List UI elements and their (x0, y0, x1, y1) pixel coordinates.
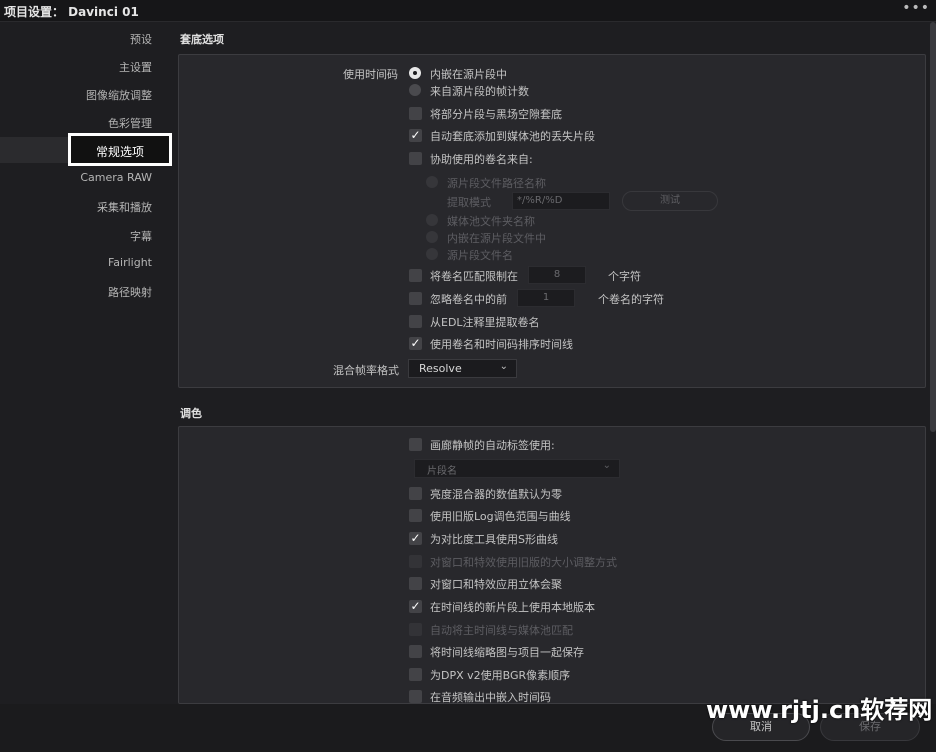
sidebar-item-presets[interactable]: 预设 (130, 31, 152, 47)
sidebar-item-camera-raw[interactable]: Camera RAW (80, 171, 152, 184)
legacy-sizing-checkbox[interactable] (409, 555, 422, 568)
s-curve-checkbox[interactable]: ✓ (409, 532, 422, 545)
chevron-down-icon: ⌄ (602, 460, 611, 471)
timecode-embedded-radio[interactable] (409, 67, 421, 79)
edl-reel-label: 从EDL注释里提取卷名 (430, 316, 540, 329)
sidebar-item-master-settings[interactable]: 主设置 (119, 59, 152, 75)
sidebar-item-general-options[interactable]: 常规选项 (68, 133, 172, 166)
mixed-fps-dropdown[interactable]: Resolve ⌄ (408, 359, 517, 378)
legacy-sizing-label: 对窗口和特效使用旧版的大小调整方式 (430, 556, 617, 569)
test-button[interactable]: 测试 (622, 191, 718, 211)
save-thumbnails-checkbox[interactable] (409, 645, 422, 658)
sort-timeline-checkbox[interactable]: ✓ (409, 337, 422, 350)
watermark: www.rjtj.cn软荐网 (706, 696, 933, 724)
chevron-down-icon: ⌄ (499, 361, 508, 372)
reel-embedded-radio[interactable] (426, 231, 438, 243)
ignore-reel-checkbox[interactable] (409, 292, 422, 305)
gallery-label-value: 片段名 (427, 466, 457, 477)
embed-timecode-label: 在音频输出中嵌入时间码 (430, 691, 551, 704)
sort-timeline-label: 使用卷名和时间码排序时间线 (430, 338, 573, 351)
reel-media-folder-radio[interactable] (426, 214, 438, 226)
auto-add-checkbox[interactable]: ✓ (409, 129, 422, 142)
settings-sidebar: 预设 主设置 图像缩放调整 色彩管理 Camera RAW 采集和播放 字幕 F… (0, 22, 168, 752)
conform-section-title: 套底选项 (180, 33, 224, 46)
luma-mixer-checkbox[interactable] (409, 487, 422, 500)
timecode-frame-count-label: 来自源片段的帧计数 (430, 85, 529, 98)
stereo-convergence-label: 对窗口和特效应用立体会聚 (430, 578, 562, 591)
timecode-embedded-label: 内嵌在源片段中 (430, 68, 507, 81)
luma-mixer-label: 亮度混合器的数值默认为零 (430, 488, 562, 501)
window-title: 项目设置： Davinci 01 (4, 5, 139, 19)
reel-path-radio[interactable] (426, 176, 438, 188)
more-options-icon[interactable]: ••• (902, 0, 930, 16)
sidebar-item-subtitles[interactable]: 字幕 (130, 228, 152, 244)
extract-pattern-label: 提取模式 (447, 196, 491, 209)
sidebar-item-fairlight[interactable]: Fairlight (108, 256, 152, 269)
extract-pattern-input[interactable]: */%R/%D (512, 192, 610, 210)
mixed-fps-label: 混合帧率格式 (333, 364, 399, 377)
gallery-label-text: 画廊静帧的自动标签使用: (430, 439, 555, 452)
timecode-label: 使用时间码 (343, 68, 398, 81)
embed-timecode-checkbox[interactable] (409, 690, 422, 703)
auto-match-label: 自动将主时间线与媒体池匹配 (430, 624, 573, 637)
limit-reel-input[interactable]: 8 (528, 266, 586, 284)
legacy-log-label: 使用旧版Log调色范围与曲线 (430, 510, 571, 523)
reel-from-label: 协助使用的卷名来自: (430, 153, 533, 166)
ignore-reel-label: 忽略卷名中的前 (430, 293, 507, 306)
limit-reel-label: 将卷名匹配限制在 (430, 270, 518, 283)
local-version-label: 在时间线的新片段上使用本地版本 (430, 601, 595, 614)
color-section-title: 调色 (180, 407, 202, 420)
reel-embedded-label: 内嵌在源片段文件中 (447, 232, 546, 245)
scrollbar[interactable] (930, 22, 936, 432)
sidebar-item-image-scaling[interactable]: 图像缩放调整 (86, 87, 152, 103)
ignore-reel-input[interactable]: 1 (517, 289, 575, 307)
sidebar-item-path-mapping[interactable]: 路径映射 (108, 284, 152, 300)
reel-filename-label: 源片段文件名 (447, 249, 513, 262)
auto-add-label: 自动套底添加到媒体池的丢失片段 (430, 130, 595, 143)
mixed-fps-value: Resolve (419, 362, 462, 375)
sidebar-item-label: 常规选项 (95, 145, 144, 159)
gallery-label-dropdown[interactable]: 片段名 ⌄ (414, 459, 620, 478)
limit-reel-unit: 个字符 (608, 270, 641, 283)
black-gap-label: 将部分片段与黑场空隙套底 (430, 108, 562, 121)
s-curve-label: 为对比度工具使用S形曲线 (430, 533, 558, 546)
stereo-convergence-checkbox[interactable] (409, 577, 422, 590)
reel-path-label: 源片段文件路径名称 (447, 177, 546, 190)
timecode-frame-count-radio[interactable] (409, 84, 421, 96)
dpx-bgr-checkbox[interactable] (409, 668, 422, 681)
title-bar: 项目设置： Davinci 01 ••• (0, 0, 936, 22)
legacy-log-checkbox[interactable] (409, 509, 422, 522)
ignore-reel-unit: 个卷名的字符 (598, 293, 664, 306)
local-version-checkbox[interactable]: ✓ (409, 600, 422, 613)
edl-reel-checkbox[interactable] (409, 315, 422, 328)
black-gap-checkbox[interactable] (409, 107, 422, 120)
dpx-bgr-label: 为DPX v2使用BGR像素顺序 (430, 669, 571, 682)
sidebar-item-capture-playback[interactable]: 采集和播放 (97, 199, 152, 215)
reel-media-folder-label: 媒体池文件夹名称 (447, 215, 535, 228)
save-thumbnails-label: 将时间线缩略图与项目一起保存 (430, 646, 584, 659)
reel-from-checkbox[interactable] (409, 152, 422, 165)
limit-reel-checkbox[interactable] (409, 269, 422, 282)
gallery-label-checkbox[interactable] (409, 438, 422, 451)
reel-filename-radio[interactable] (426, 248, 438, 260)
auto-match-checkbox[interactable] (409, 623, 422, 636)
sidebar-item-color-management[interactable]: 色彩管理 (108, 115, 152, 131)
